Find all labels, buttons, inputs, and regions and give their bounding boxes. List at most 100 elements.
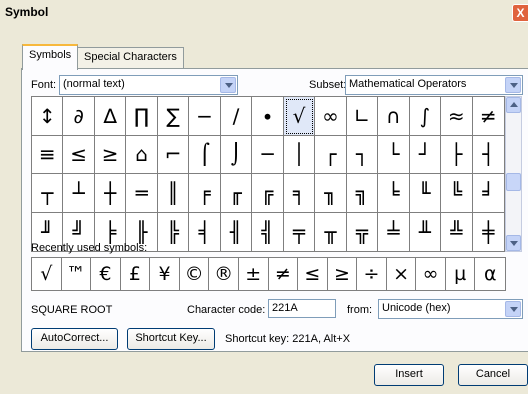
subset-label: Subset:	[309, 79, 347, 91]
symbol-cell[interactable]: ≠	[472, 97, 504, 136]
recent-symbol-cell[interactable]: £	[121, 258, 151, 290]
title-bar: Symbol X	[0, 0, 528, 26]
symbol-cell[interactable]: ╖	[315, 174, 347, 213]
symbol-cell[interactable]: ╧	[378, 212, 410, 251]
symbol-cell[interactable]: ╠	[158, 212, 190, 251]
symbol-cell[interactable]: ╒	[189, 174, 221, 213]
symbol-cell[interactable]: ≤	[63, 135, 95, 174]
symbol-cell[interactable]: √	[283, 97, 316, 136]
scroll-down-icon[interactable]	[506, 235, 521, 251]
subset-dropdown[interactable]: Mathematical Operators	[345, 75, 523, 95]
insert-button[interactable]: Insert	[374, 364, 444, 386]
recent-symbol-cell[interactable]: ∞	[416, 258, 446, 290]
tab-special-characters[interactable]: Special Characters	[77, 47, 184, 69]
character-code-input[interactable]: 221A	[268, 299, 336, 318]
chevron-down-icon[interactable]	[220, 77, 236, 93]
symbol-cell[interactable]: ╕	[283, 174, 316, 213]
symbol-cell[interactable]: ┤	[472, 136, 504, 174]
character-name: SQUARE ROOT	[31, 304, 113, 316]
tab-symbols[interactable]: Symbols	[22, 44, 79, 70]
symbol-cell[interactable]: │	[283, 135, 316, 174]
recent-symbols-grid[interactable]: √ ™ € £ ¥ © ® ± ≠ ≤ ≥ ÷ × ∞ µ α	[31, 257, 506, 291]
symbol-cell[interactable]: −	[189, 97, 221, 136]
symbol-cell[interactable]: ╓	[220, 174, 253, 213]
recent-symbol-cell[interactable]: ¥	[150, 258, 180, 290]
symbol-cell[interactable]: ┐	[346, 135, 379, 174]
symbol-grid[interactable]: ↕ ∂ ∆ ∏ ∑ − ∕ ∙ √ ∞ ∟ ∩ ∫ ≈ ≠ ≡ ≤ ≥ ⌂ ⌐ ⌠ ⌡ ─ │ ┌ ┐ └ ┘ ├ ┤ ┬ ┴ ┼ ═ ║ ╒ ╓ ╔ ╕ ╖…	[31, 96, 505, 252]
chevron-down-icon[interactable]	[505, 301, 521, 317]
symbol-cell[interactable]: ╗	[346, 174, 379, 213]
symbol-cell[interactable]: ╢	[221, 212, 253, 251]
symbol-cell[interactable]: ∫	[409, 97, 442, 136]
from-dropdown[interactable]: Unicode (hex)	[378, 299, 523, 319]
symbol-cell[interactable]: ∕	[220, 97, 253, 136]
symbol-cell[interactable]: ∙	[252, 97, 284, 136]
chevron-down-icon[interactable]	[505, 77, 521, 93]
symbol-cell[interactable]: ═	[126, 174, 158, 213]
symbol-cell[interactable]: ∞	[315, 97, 347, 136]
recent-symbol-cell[interactable]: ×	[387, 258, 417, 290]
font-dropdown[interactable]: (normal text)	[59, 75, 238, 95]
symbol-cell[interactable]: ╪	[473, 213, 504, 252]
recent-symbol-cell[interactable]: ≤	[298, 258, 328, 290]
recent-symbol-cell[interactable]: α	[475, 258, 505, 290]
shortcut-key-button[interactable]: Shortcut Key...	[127, 328, 215, 350]
scroll-up-icon[interactable]	[506, 97, 521, 113]
recent-symbol-cell[interactable]: ±	[239, 258, 269, 290]
close-button[interactable]: X	[512, 4, 528, 22]
recent-symbol-cell[interactable]: ©	[180, 258, 210, 290]
symbol-cell[interactable]: ┴	[63, 174, 95, 213]
symbol-cell[interactable]: ╥	[315, 212, 347, 251]
symbol-cell[interactable]: ┬	[32, 174, 64, 213]
symbol-cell[interactable]: ┌	[315, 135, 347, 174]
recent-symbol-cell[interactable]: ≥	[328, 258, 358, 290]
symbol-cell[interactable]: ↕	[32, 97, 64, 136]
symbol-cell[interactable]: ∑	[157, 97, 190, 136]
autocorrect-button[interactable]: AutoCorrect...	[31, 328, 118, 350]
recent-symbol-cell[interactable]: √	[32, 258, 62, 290]
recent-symbol-cell[interactable]: ®	[209, 258, 239, 290]
symbol-cell[interactable]: ∂	[63, 97, 95, 136]
symbol-cell[interactable]: ∏	[126, 97, 158, 136]
recent-symbol-cell[interactable]: µ	[446, 258, 476, 290]
character-code-label: Character code:	[187, 304, 266, 316]
symbol-cell[interactable]: ╦	[347, 212, 379, 251]
symbol-cell[interactable]: └	[378, 135, 410, 174]
symbol-cell[interactable]: ╨	[410, 212, 442, 251]
symbol-cell[interactable]: ╤	[284, 212, 316, 251]
symbol-cell[interactable]: ╩	[441, 212, 473, 251]
symbol-cell[interactable]: ∩	[378, 97, 410, 136]
symbol-cell[interactable]: ⌡	[220, 135, 253, 174]
symbol-cell[interactable]: ╛	[472, 174, 504, 213]
symbol-cell[interactable]: ║	[157, 174, 190, 213]
symbol-cell[interactable]: ≡	[32, 135, 64, 174]
symbol-cell[interactable]: ∆	[94, 97, 127, 136]
tab-special-characters-label: Special Characters	[84, 51, 177, 63]
cancel-button[interactable]: Cancel	[458, 364, 528, 386]
symbol-cell[interactable]: ┘	[409, 135, 442, 174]
symbol-cell[interactable]: ├	[441, 135, 473, 174]
symbol-cell[interactable]: ⌠	[189, 135, 221, 174]
symbol-cell[interactable]: ╚	[441, 174, 473, 213]
symbol-cell[interactable]: ≥	[94, 135, 127, 174]
symbol-cell[interactable]: ╔	[252, 174, 284, 213]
scroll-thumb[interactable]	[506, 173, 521, 191]
symbol-cell[interactable]: ∟	[346, 97, 379, 136]
symbol-cell[interactable]: ⌐	[157, 135, 190, 174]
recent-symbol-cell[interactable]: ≠	[269, 258, 299, 290]
symbol-cell[interactable]: ╣	[252, 212, 284, 251]
recent-symbol-cell[interactable]: ™	[62, 258, 92, 290]
symbol-cell[interactable]: ≈	[441, 97, 473, 136]
symbol-cell[interactable]: ╙	[409, 174, 442, 213]
symbol-grid-scrollbar[interactable]	[505, 96, 522, 252]
symbol-cell[interactable]: ╘	[378, 174, 410, 213]
symbol-cell[interactable]: ─	[252, 135, 284, 174]
symbol-cell[interactable]: ╡	[189, 212, 221, 251]
from-value: Unicode (hex)	[382, 302, 451, 314]
recent-symbol-cell[interactable]: €	[91, 258, 121, 290]
recent-symbol-cell[interactable]: ÷	[357, 258, 387, 290]
symbol-cell[interactable]: ⌂	[126, 135, 158, 174]
font-value: (normal text)	[63, 78, 125, 90]
symbol-cell[interactable]: ┼	[94, 174, 127, 213]
subset-value: Mathematical Operators	[349, 78, 467, 90]
